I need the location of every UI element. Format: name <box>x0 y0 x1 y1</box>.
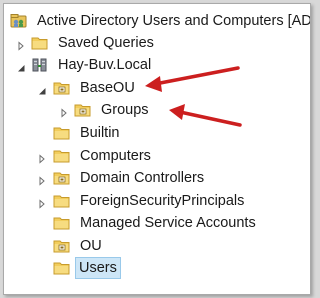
chevron-expanded-icon[interactable] <box>16 60 26 72</box>
tree-item-label: ForeignSecurityPrincipals <box>80 193 245 209</box>
tree-item-label: Computers <box>80 148 151 164</box>
tree-item-label: Domain Controllers <box>80 170 205 186</box>
folder-icon <box>53 125 71 141</box>
chevron-expanded-icon[interactable] <box>37 83 47 95</box>
folder-icon <box>53 215 71 231</box>
tree-item-label: Builtin <box>80 125 120 141</box>
tree-item-groups[interactable]: Groups <box>4 99 310 121</box>
ou-folder-icon <box>74 102 92 118</box>
tree-item-label: Hay-Buv.Local <box>58 57 152 73</box>
tree-item-baseou[interactable]: BaseOU <box>4 77 310 99</box>
tree-item-label: OU <box>80 238 102 254</box>
tree-item-label: Users <box>75 257 121 279</box>
chevron-right-icon[interactable] <box>37 173 47 186</box>
ad-users-computers-icon <box>10 13 28 29</box>
tree-item-label: Saved Queries <box>58 35 154 51</box>
tree-item-managed-service-accounts[interactable]: Managed Service Accounts <box>4 212 310 234</box>
ou-folder-icon <box>53 80 71 96</box>
folder-icon <box>53 260 71 276</box>
chevron-right-icon[interactable] <box>59 105 69 118</box>
chevron-right-icon[interactable] <box>16 38 26 51</box>
tree-item-label: Groups <box>101 102 149 118</box>
tree-item-root[interactable]: Active Directory Users and Computers [AD <box>4 10 310 32</box>
tree-item-label: Managed Service Accounts <box>80 215 256 231</box>
folder-icon <box>53 193 71 209</box>
tree-item-domain[interactable]: Hay-Buv.Local <box>4 54 310 76</box>
tree-item-saved-queries[interactable]: Saved Queries <box>4 32 310 54</box>
folder-icon <box>31 35 49 51</box>
tree-item-ou[interactable]: OU <box>4 235 310 257</box>
folder-icon <box>53 148 71 164</box>
tree-item-users[interactable]: Users <box>4 257 310 279</box>
tree-item-builtin[interactable]: Builtin <box>4 122 310 144</box>
tree-item-computers[interactable]: Computers <box>4 145 310 167</box>
tree-item-label: Active Directory Users and Computers [AD <box>37 13 311 29</box>
tree-item-label: BaseOU <box>80 80 135 96</box>
chevron-right-icon[interactable] <box>37 151 47 164</box>
tree-item-foreign-security-principals[interactable]: ForeignSecurityPrincipals <box>4 190 310 212</box>
ou-folder-icon <box>53 238 71 254</box>
chevron-right-icon[interactable] <box>37 196 47 209</box>
domain-icon <box>31 57 49 73</box>
ou-folder-icon <box>53 170 71 186</box>
console-tree: Active Directory Users and Computers [AD… <box>4 4 310 294</box>
tree-panel: Active Directory Users and Computers [AD… <box>3 3 311 295</box>
tree-item-domain-controllers[interactable]: Domain Controllers <box>4 167 310 189</box>
